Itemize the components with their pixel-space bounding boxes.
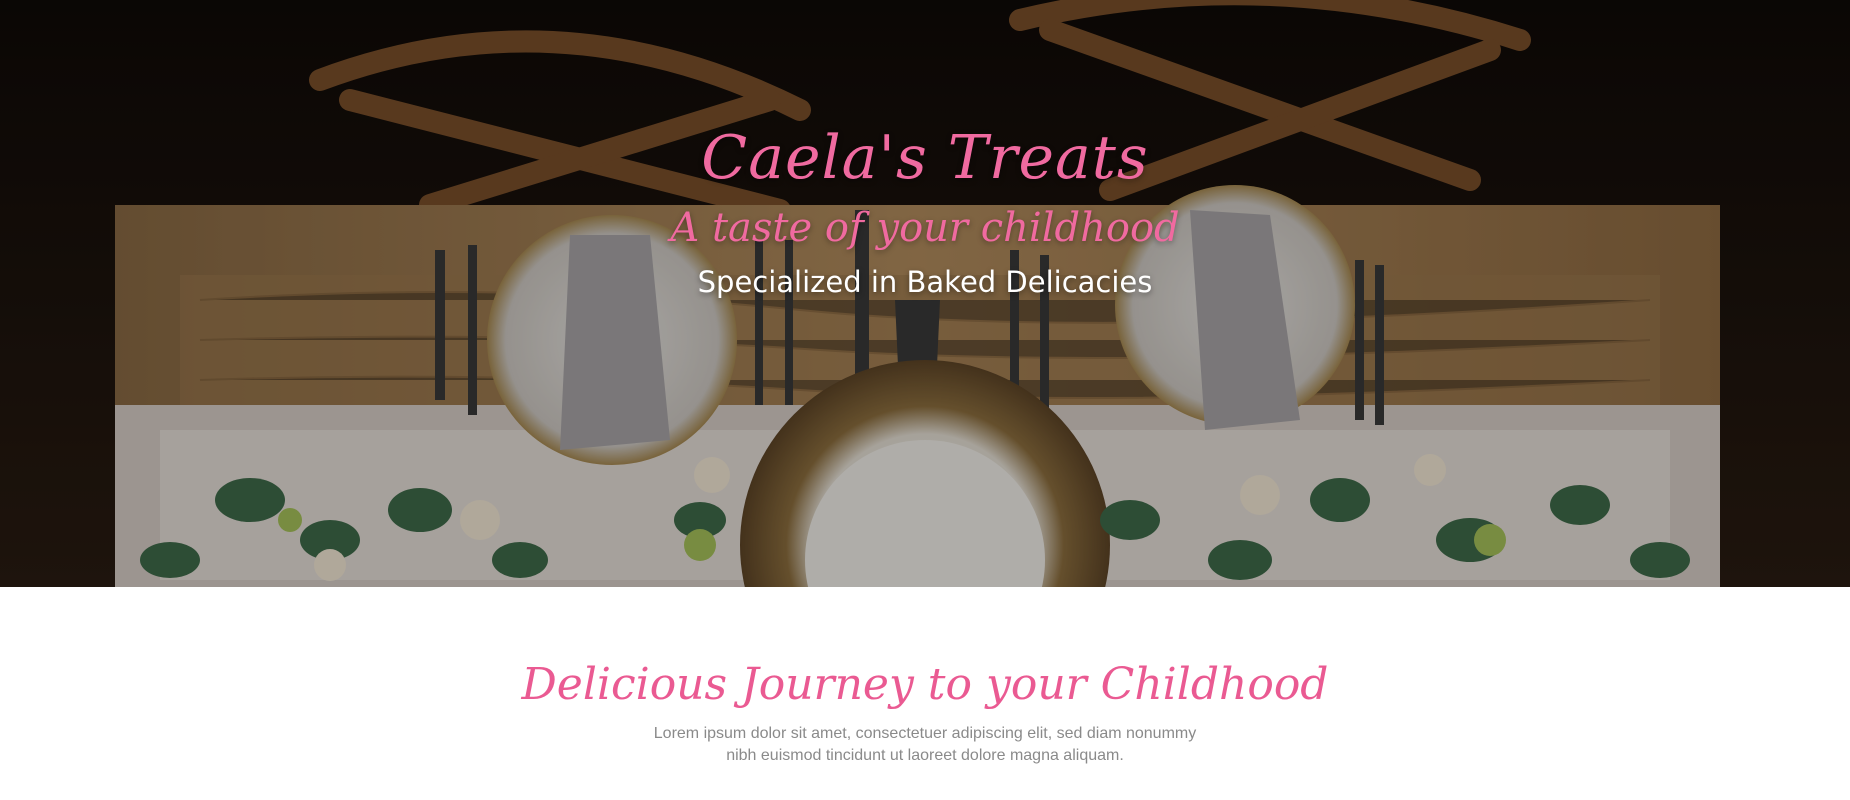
hero-text-block: Caela's Treats A taste of your childhood…	[0, 118, 1850, 302]
intro-paragraph: Lorem ipsum dolor sit amet, consectetuer…	[653, 725, 1197, 764]
brand-tagline: A taste of your childhood	[670, 205, 1180, 251]
intro-section: Delicious Journey to your Childhood Lore…	[0, 587, 1850, 800]
brand-title: Caela's Treats	[701, 123, 1149, 193]
intro-heading: Delicious Journey to your Childhood	[521, 659, 1329, 710]
hero-section: Caela's Treats A taste of your childhood…	[0, 0, 1850, 587]
brand-subtitle: Specialized in Baked Delicacies	[697, 265, 1153, 299]
